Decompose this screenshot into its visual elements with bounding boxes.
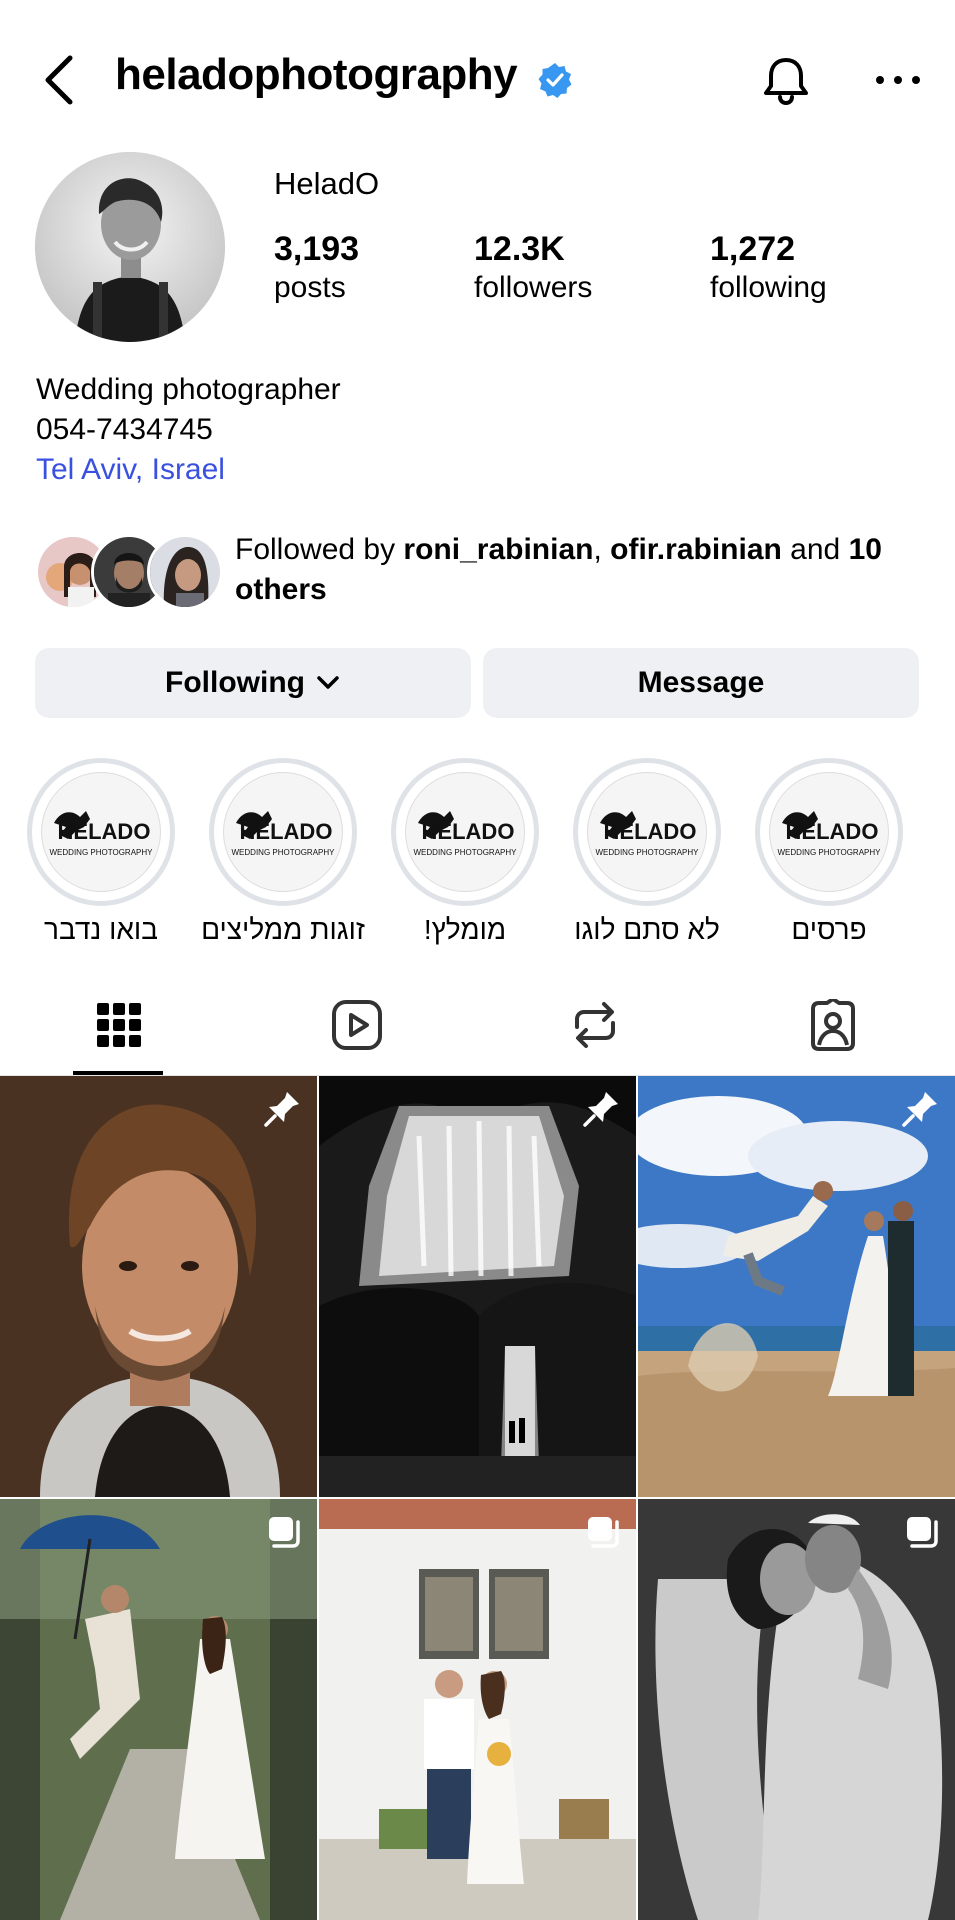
follower-username[interactable]: roni_rabinian: [403, 533, 593, 566]
message-button[interactable]: Message: [483, 648, 919, 718]
stat-label: followers: [474, 271, 593, 304]
following-button[interactable]: Following: [35, 648, 471, 718]
story-highlight[interactable]: HELADO WEDDING PHOTOGRAPHY מומלץ!: [374, 758, 556, 946]
svg-text:HELADO: HELADO: [422, 819, 515, 844]
followed-by-prefix: Followed by: [235, 533, 404, 566]
back-arrow-icon[interactable]: [40, 52, 80, 108]
story-highlight[interactable]: HELADO WEDDING PHOTOGRAPHY בואו נדבר: [10, 758, 192, 946]
others-label: others: [235, 573, 327, 606]
svg-text:HELADO: HELADO: [786, 819, 879, 844]
separator: ,: [593, 533, 611, 566]
post-thumbnail[interactable]: [638, 1499, 955, 1920]
highlight-label: לא סתם לוגו: [574, 914, 720, 945]
carousel-icon: [588, 1517, 619, 1548]
helado-logo-icon: HELADO WEDDING PHOTOGRAPHY: [223, 772, 343, 892]
reposts-icon: [575, 1002, 615, 1048]
highlight-label: פרסים: [791, 914, 867, 945]
story-highlight[interactable]: HELADO WEDDING PHOTOGRAPHY זוגות ממליצים: [192, 758, 374, 946]
tagged-icon: [811, 999, 855, 1051]
and-text: and: [781, 533, 849, 566]
post-thumbnail[interactable]: [0, 1499, 317, 1920]
stat-label: following: [710, 271, 827, 304]
highlight-label: זוגות ממליצים: [201, 914, 365, 945]
tab-posts-grid[interactable]: [0, 975, 238, 1075]
following-count[interactable]: 1,272 following: [710, 230, 827, 305]
helado-logo-icon: HELADO WEDDING PHOTOGRAPHY: [587, 772, 707, 892]
carousel-icon: [269, 1517, 300, 1548]
highlight-ring: HELADO WEDDING PHOTOGRAPHY: [755, 758, 903, 906]
following-label: Following: [165, 666, 305, 699]
followed-by-text: Followed by roni_rabinian, ofir.rabinian…: [235, 530, 955, 610]
svg-text:WEDDING PHOTOGRAPHY: WEDDING PHOTOGRAPHY: [414, 848, 518, 857]
notifications-bell-icon[interactable]: [758, 52, 814, 108]
posts-count[interactable]: 3,193 posts: [274, 230, 359, 305]
svg-text:HELADO: HELADO: [604, 819, 697, 844]
grid-icon: [97, 1003, 141, 1047]
bio-phone[interactable]: 054-7434745: [36, 410, 341, 450]
follower-avatar: [147, 534, 223, 610]
pin-icon: [583, 1092, 618, 1127]
profile-avatar[interactable]: [35, 152, 225, 342]
helado-logo-icon: HELADO WEDDING PHOTOGRAPHY: [405, 772, 525, 892]
profile-tabs: [0, 975, 955, 1076]
profile-full-name: HeladO: [274, 166, 380, 201]
highlight-ring: HELADO WEDDING PHOTOGRAPHY: [27, 758, 175, 906]
highlight-label: בואו נדבר: [44, 914, 158, 945]
svg-text:HELADO: HELADO: [240, 819, 333, 844]
stat-value: 3,193: [274, 230, 360, 268]
story-highlight[interactable]: HELADO WEDDING PHOTOGRAPHY פרסים: [738, 758, 920, 946]
message-label: Message: [637, 666, 765, 699]
reels-icon: [332, 1000, 382, 1050]
helado-logo-icon: HELADO WEDDING PHOTOGRAPHY: [769, 772, 889, 892]
follower-username[interactable]: ofir.rabinian: [610, 533, 782, 566]
top-bar: heladophotography: [0, 0, 955, 160]
svg-text:WEDDING PHOTOGRAPHY: WEDDING PHOTOGRAPHY: [778, 848, 882, 857]
post-thumbnail[interactable]: [319, 1076, 636, 1497]
others-count: 10: [848, 533, 882, 566]
svg-text:WEDDING PHOTOGRAPHY: WEDDING PHOTOGRAPHY: [596, 848, 700, 857]
svg-text:HELADO: HELADO: [58, 819, 151, 844]
highlight-label: מומלץ!: [423, 914, 507, 945]
bio-location-link[interactable]: Tel Aviv, Israel: [36, 450, 341, 490]
tab-tagged[interactable]: [714, 975, 952, 1075]
stat-value: 12.3K: [474, 230, 565, 268]
verified-badge-icon: [538, 63, 572, 98]
profile-bio: Wedding photographer 054-7434745 Tel Avi…: [36, 370, 341, 490]
chevron-down-icon: [317, 676, 339, 689]
highlight-ring: HELADO WEDDING PHOTOGRAPHY: [209, 758, 357, 906]
followed-by-row[interactable]: Followed by roni_rabinian, ofir.rabinian…: [35, 530, 925, 610]
svg-text:WEDDING PHOTOGRAPHY: WEDDING PHOTOGRAPHY: [232, 848, 336, 857]
highlight-ring: HELADO WEDDING PHOTOGRAPHY: [573, 758, 721, 906]
helado-logo-icon: HELADO WEDDING PHOTOGRAPHY: [41, 772, 161, 892]
tab-reels[interactable]: [238, 975, 476, 1075]
followers-count[interactable]: 12.3K followers: [474, 230, 592, 305]
carousel-icon: [907, 1517, 938, 1548]
pin-icon: [264, 1092, 299, 1127]
post-thumbnail[interactable]: [0, 1076, 317, 1497]
post-thumbnail[interactable]: [319, 1499, 636, 1920]
svg-text:WEDDING PHOTOGRAPHY: WEDDING PHOTOGRAPHY: [50, 848, 154, 857]
bio-line: Wedding photographer: [36, 373, 341, 406]
more-options-icon[interactable]: [870, 66, 930, 94]
post-thumbnail[interactable]: [638, 1076, 955, 1497]
stat-value: 1,272: [710, 230, 796, 268]
story-highlight[interactable]: HELADO WEDDING PHOTOGRAPHY לא סתם לוגו: [556, 758, 738, 946]
stat-label: posts: [274, 271, 346, 304]
profile-username: heladophotography: [115, 50, 518, 99]
pin-icon: [902, 1092, 937, 1127]
tab-reposts[interactable]: [476, 975, 714, 1075]
posts-grid: [0, 1076, 955, 1920]
highlight-ring: HELADO WEDDING PHOTOGRAPHY: [391, 758, 539, 906]
active-tab-indicator: [73, 1071, 163, 1075]
